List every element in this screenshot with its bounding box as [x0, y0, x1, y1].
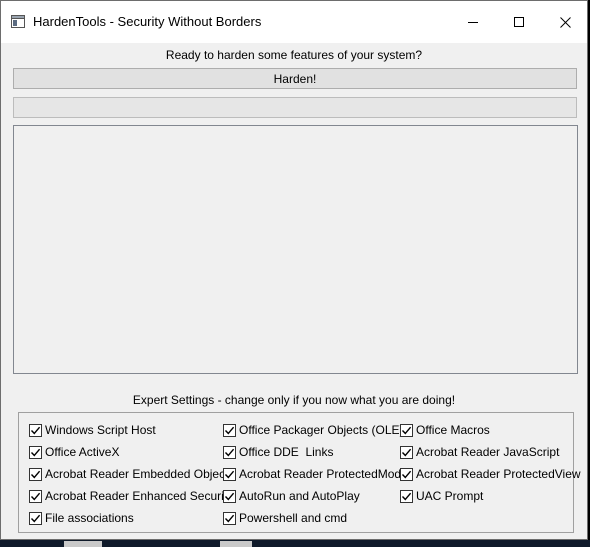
- close-button[interactable]: [542, 1, 588, 43]
- checkbox-checked-icon[interactable]: [29, 445, 42, 459]
- checkbox-acrobat-reader-embedded-objects[interactable]: Acrobat Reader Embedded Objects: [29, 466, 234, 482]
- checkbox-checked-icon[interactable]: [400, 489, 413, 503]
- checkbox-uac-prompt[interactable]: UAC Prompt: [400, 488, 483, 504]
- checkbox-label: Office DDE Links: [239, 445, 334, 459]
- checkbox-checked-icon[interactable]: [29, 511, 42, 525]
- desktop-item: [220, 541, 252, 547]
- checkbox-checked-icon[interactable]: [29, 467, 42, 481]
- desktop-item: [64, 541, 102, 547]
- checkbox-label: Acrobat Reader ProtectedMode: [239, 467, 408, 481]
- maximize-icon: [514, 17, 524, 27]
- checkbox-label: Windows Script Host: [45, 423, 156, 437]
- maximize-button[interactable]: [496, 1, 542, 43]
- minimize-button[interactable]: [450, 1, 496, 43]
- log-output-area[interactable]: [13, 125, 578, 374]
- app-icon: [11, 15, 25, 28]
- checkbox-checked-icon[interactable]: [29, 423, 42, 437]
- checkbox-label: Acrobat Reader JavaScript: [416, 445, 560, 459]
- checkbox-acrobat-reader-javascript[interactable]: Acrobat Reader JavaScript: [400, 444, 559, 460]
- checkbox-label: Powershell and cmd: [239, 511, 348, 525]
- checkbox-office-macros[interactable]: Office Macros: [400, 422, 490, 438]
- checkbox-label: File associations: [45, 511, 134, 525]
- checkbox-acrobat-reader-enhanced-security[interactable]: Acrobat Reader Enhanced Security: [29, 488, 233, 504]
- checkbox-checked-icon[interactable]: [29, 489, 42, 503]
- checkbox-label: Acrobat Reader Enhanced Security: [45, 489, 234, 503]
- checkbox-checked-icon[interactable]: [223, 445, 236, 459]
- checkbox-windows-script-host[interactable]: Windows Script Host: [29, 422, 156, 438]
- checkbox-acrobat-reader-protectedview[interactable]: Acrobat Reader ProtectedView: [400, 466, 581, 482]
- checkbox-label: UAC Prompt: [416, 489, 484, 503]
- minimize-icon: [468, 22, 478, 23]
- checkbox-file-associations[interactable]: File associations: [29, 510, 134, 526]
- checkbox-autorun-and-autoplay[interactable]: AutoRun and AutoPlay: [223, 488, 360, 504]
- checkbox-label: Office Macros: [416, 423, 490, 437]
- hardentools-window: HardenTools - Security Without Borders R…: [0, 0, 588, 540]
- checkbox-label: Acrobat Reader ProtectedView: [416, 467, 581, 481]
- expert-settings-label: Expert Settings - change only if you now…: [132, 393, 456, 407]
- title-bar[interactable]: HardenTools - Security Without Borders: [1, 1, 587, 43]
- harden-button[interactable]: Harden!: [13, 68, 577, 89]
- checkbox-checked-icon[interactable]: [223, 489, 236, 503]
- checkbox-label: Acrobat Reader Embedded Objects: [45, 467, 235, 481]
- checkbox-checked-icon[interactable]: [400, 445, 413, 459]
- checkbox-office-dde-links[interactable]: Office DDE Links: [223, 444, 333, 460]
- status-label: Ready to harden some features of your sy…: [165, 48, 423, 62]
- checkbox-acrobat-reader-protectedmode[interactable]: Acrobat Reader ProtectedMode: [223, 466, 408, 482]
- progress-bar: [13, 97, 577, 118]
- window-title: HardenTools - Security Without Borders: [33, 14, 262, 29]
- checkbox-label: Office Packager Objects (OLE): [239, 423, 404, 437]
- expert-settings-group: Windows Script Host Office Packager Obje…: [18, 412, 581, 533]
- checkbox-office-packager-objects[interactable]: Office Packager Objects (OLE): [223, 422, 404, 438]
- checkbox-office-activex[interactable]: Office ActiveX: [29, 444, 119, 460]
- close-icon: [559, 16, 571, 28]
- checkbox-powershell-and-cmd[interactable]: Powershell and cmd: [223, 510, 347, 526]
- checkbox-checked-icon[interactable]: [400, 467, 413, 481]
- checkbox-checked-icon[interactable]: [223, 467, 236, 481]
- checkbox-checked-icon[interactable]: [223, 423, 236, 437]
- checkbox-checked-icon[interactable]: [223, 511, 236, 525]
- checkbox-checked-icon[interactable]: [400, 423, 413, 437]
- checkbox-label: Office ActiveX: [45, 445, 120, 459]
- checkbox-label: AutoRun and AutoPlay: [239, 489, 360, 503]
